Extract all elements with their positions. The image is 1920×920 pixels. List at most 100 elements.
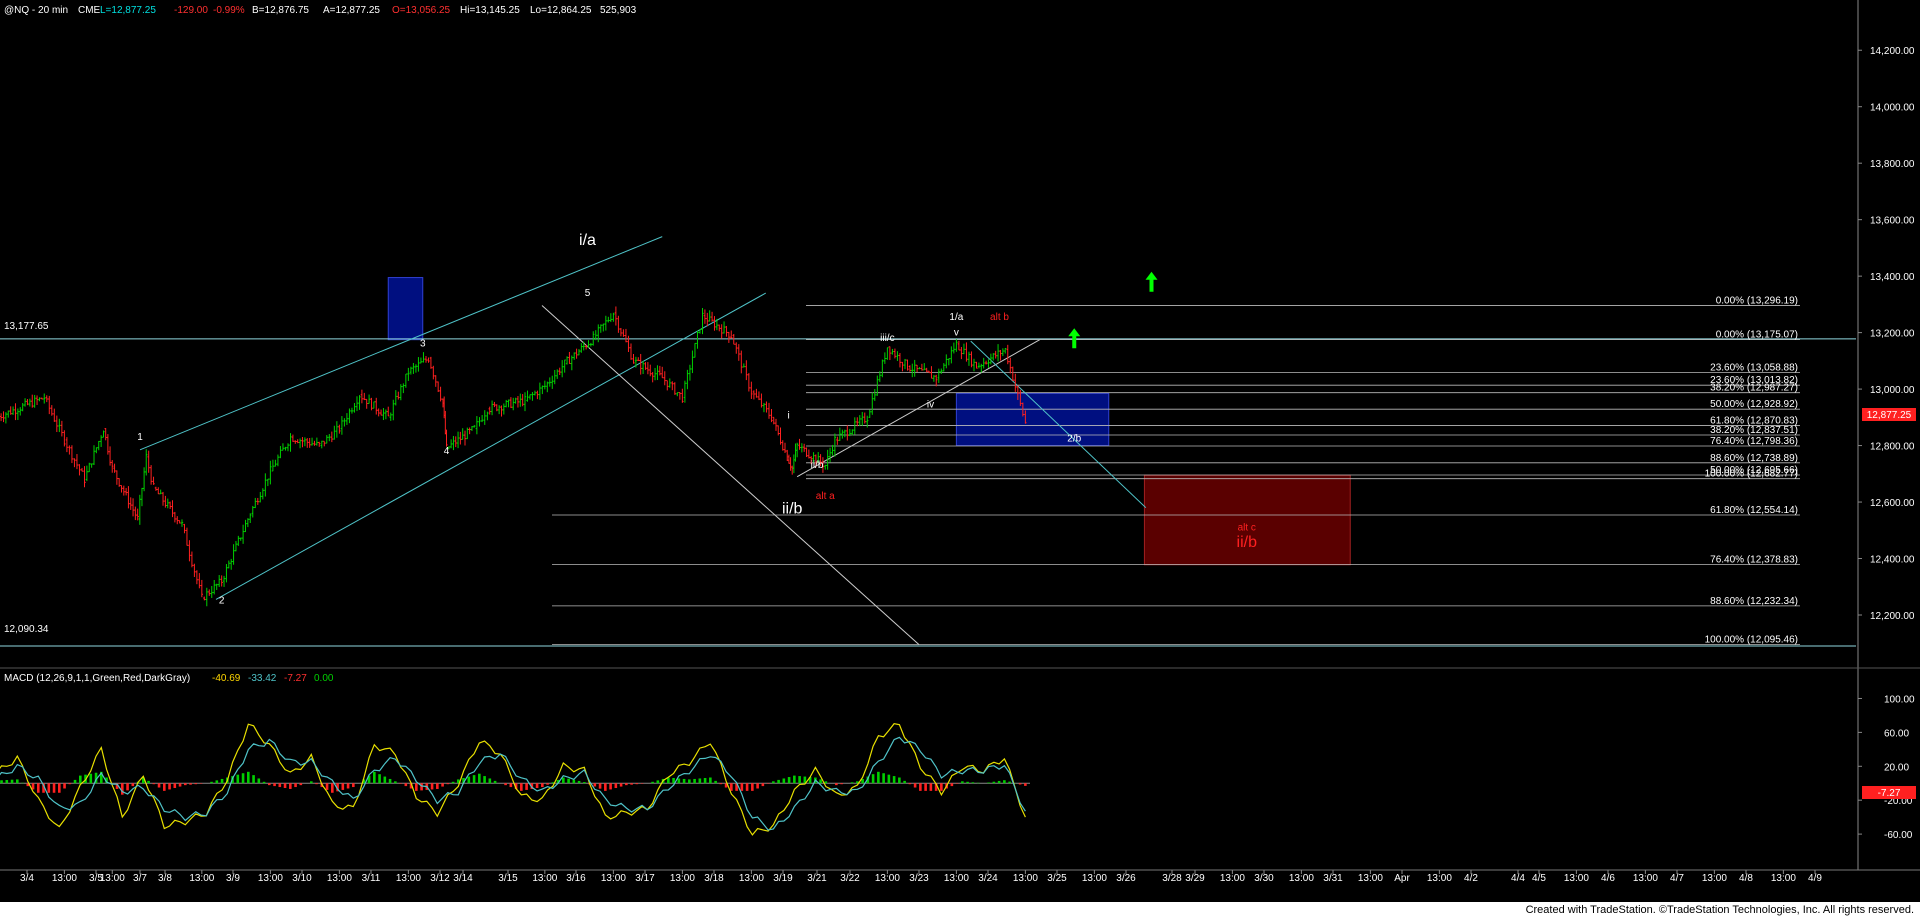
macd-histogram-bar [772,781,775,784]
macd-title: MACD (12,26,9,1,1,Green,Red,DarkGray) [4,673,190,684]
wave-label: v [954,327,959,338]
time-tick-label: 4/5 [1532,873,1546,884]
macd-histogram-bar [913,783,917,788]
wave-label: 3 [420,339,426,350]
macd-tick-label: 100.00 [1884,694,1915,705]
macd-histogram-bar [835,783,838,786]
time-tick-label: 13:00 [189,873,214,884]
blue-box-target [955,392,1110,447]
time-tick-label: 3/11 [362,873,381,884]
macd-histogram-bar [719,783,723,785]
macd-histogram-bar [819,779,822,784]
macd-histogram-bar [210,781,213,784]
macd-histogram-bar [278,783,282,788]
macd-histogram-bar [430,783,434,790]
macd-histogram-bar [504,783,507,786]
fib-level-label: 76.40% (12,378.83) [1710,554,1798,565]
wave-label: alt c [1238,522,1256,533]
macd-histogram-bar [383,776,387,784]
time-tick-label: 13:00 [1013,873,1038,884]
macd-last-value-marker: -7.27 [1878,788,1901,799]
time-tick-label: 3/30 [1254,873,1274,884]
macd-histogram-bar [215,780,219,784]
macd-histogram-bar [273,783,276,787]
time-tick-label: 3/10 [292,873,312,884]
fib-level-label: 61.80% (12,554.14) [1710,505,1798,516]
price-tick-label: 12,800.00 [1870,442,1915,453]
macd-histogram-bar [950,783,954,787]
macd-histogram-bar [756,783,759,789]
time-tick-label: 13:00 [739,873,764,884]
macd-histogram-bar [583,782,586,784]
macd-histogram-bar [10,779,14,784]
macd-histogram-bar [299,783,303,786]
time-tick-label: 13:00 [1633,873,1658,884]
wave-label: 4 [444,446,450,457]
macd-histogram-bar [289,783,292,789]
macd-histogram-bar [252,775,255,784]
time-tick-label: 3/28 [1162,873,1182,884]
time-tick-label: 4/4 [1511,873,1525,884]
macd-histogram-bar [262,781,266,784]
price-tick-label: 14,000.00 [1870,103,1915,114]
macd-histogram-bar [688,779,691,784]
price-tick-label: 13,400.00 [1870,272,1915,283]
macd-histogram-bar [341,783,345,790]
wave-label: alt a [816,491,835,502]
time-tick-label: 13:00 [1427,873,1452,884]
macd-histogram-bar [189,783,192,785]
macd-histogram-bar [126,783,129,791]
macd-tick-label: 60.00 [1884,728,1909,739]
macd-histogram-bar [415,783,418,791]
fib-level-label: 38.20% (12,837.51) [1710,425,1798,436]
macd-histogram-bar [656,780,660,784]
macd-histogram-bar [294,783,297,788]
time-tick-label: 3/18 [704,873,724,884]
time-tick-label: 3/8 [158,873,172,884]
macd-histogram-bar [68,783,72,785]
price-tick-label: 13,800.00 [1870,159,1915,170]
macd-histogram-bar [257,778,261,784]
macd-tick-label: 20.00 [1884,762,1909,773]
time-tick-label: 13:00 [100,873,125,884]
macd-histogram-bar [525,783,528,790]
macd-histogram-bar [798,776,801,784]
macd-histogram-bar [388,778,392,784]
macd-histogram-bar [1018,783,1022,785]
time-tick-label: 4/7 [1670,873,1684,884]
macd-histogram-bar [31,783,35,790]
header-open: O=13,056.25 [392,5,451,16]
macd-histogram-bar [824,781,828,784]
macd-histogram-bar [635,783,639,785]
time-tick-label: 13:00 [1220,873,1245,884]
time-tick-label: 4/9 [1808,873,1822,884]
macd-histogram-bar [740,783,744,791]
header-change: -129.00 [174,5,208,16]
macd-histogram-bar [47,783,51,793]
fib-level-label: 76.40% (12,798.36) [1710,436,1798,447]
macd-histogram-bar [777,779,780,784]
header-last: L=12,877.25 [100,5,156,16]
macd-histogram-bar [966,781,969,784]
fib-level-label: 23.60% (13,058.88) [1710,362,1798,373]
footer-credit: Created with TradeStation. ©TradeStation… [1525,904,1914,916]
macd-histogram-bar [651,781,654,784]
macd-histogram-bar [373,771,376,784]
macd-histogram-bar [247,771,250,784]
macd-legend-value-2: -33.42 [248,673,277,684]
macd-histogram-bar [572,779,576,784]
time-tick-label: 13:00 [1082,873,1107,884]
macd-histogram-bar [992,781,996,784]
macd-legend-value-3: -7.27 [284,673,307,684]
time-tick-label: 13:00 [875,873,900,884]
macd-histogram-bar [441,783,444,787]
macd-histogram-bar [987,782,990,784]
price-tick-label: 12,400.00 [1870,555,1915,566]
wave-label: 1 [137,432,143,443]
macd-histogram-bar [593,783,597,787]
macd-histogram-bar [850,782,854,784]
macd-histogram-bar [761,783,765,787]
macd-histogram-bar [793,775,796,784]
macd-histogram-bar [509,783,513,788]
wave-label: i [788,411,790,422]
